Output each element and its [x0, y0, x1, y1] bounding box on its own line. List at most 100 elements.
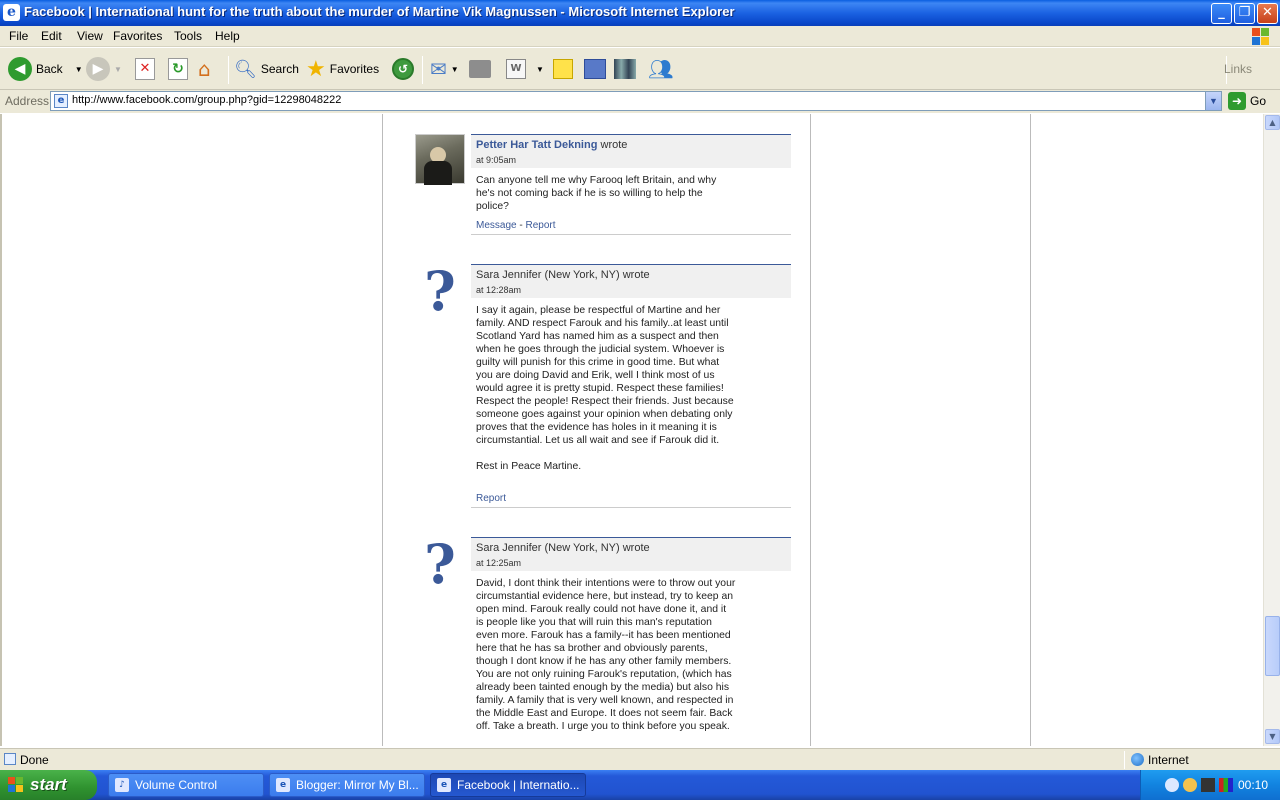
wall-post: ? Sara Jennifer (New York, NY) wrote at … [413, 537, 791, 746]
messenger-button[interactable]: 👥︎ [648, 53, 673, 85]
mail-icon: ✉ [430, 57, 447, 81]
status-bar: Done Internet [0, 748, 1280, 770]
chevron-down-icon[interactable]: ▼ [1205, 92, 1221, 110]
address-bar: Address e http://www.facebook.com/group.… [0, 90, 1280, 113]
post-text: Can anyone tell me why Farooq left Brita… [476, 175, 717, 212]
security-zone: Internet [1148, 753, 1189, 767]
post-header: Sara Jennifer (New York, NY) wrote at 12… [471, 264, 791, 298]
menu-tools[interactable]: Tools [174, 29, 202, 43]
wall-post: ? Sara Jennifer (New York, NY) wrote at … [413, 264, 791, 510]
favorites-label: Favorites [329, 62, 380, 76]
report-link[interactable]: Report [476, 493, 506, 504]
taskbar-item-volume-control[interactable]: ♪ Volume Control [108, 773, 264, 797]
scroll-up-button[interactable]: ▲ [1265, 115, 1280, 130]
back-label: Back [36, 62, 63, 76]
windows-logo-icon [8, 777, 24, 793]
go-arrow-icon: ➜ [1228, 92, 1246, 110]
books-icon [614, 59, 636, 79]
globe-icon [1131, 753, 1144, 766]
post-time: at 9:05am [476, 155, 517, 165]
author-name: Sara Jennifer (New York, NY) [476, 542, 620, 554]
taskbar-item-blogger[interactable]: e Blogger: Mirror My Bl... [269, 773, 425, 797]
taskbar: start ♪ Volume Control e Blogger: Mirror… [0, 770, 1280, 800]
mail-button[interactable]: ✉ ▼ [430, 53, 459, 85]
note-icon [553, 59, 573, 79]
report-link[interactable]: Report [525, 220, 555, 231]
question-mark-icon[interactable]: ? [415, 537, 465, 591]
menu-edit[interactable]: Edit [41, 29, 62, 43]
post-text: David, I dont think their intentions wer… [476, 578, 736, 732]
refresh-button[interactable]: ↻ [168, 53, 188, 85]
home-button[interactable]: ⌂ [198, 53, 211, 85]
taskbar-item-facebook[interactable]: e Facebook | Internatio... [430, 773, 586, 797]
search-label: Search [260, 62, 299, 76]
notes-button[interactable] [553, 53, 573, 85]
message-link[interactable]: Message [476, 220, 517, 231]
history-button[interactable]: ↺ [392, 53, 414, 85]
avatar[interactable] [415, 134, 465, 185]
scroll-down-button[interactable]: ▼ [1265, 729, 1280, 744]
question-mark-icon[interactable]: ? [415, 264, 465, 318]
printer-icon [469, 60, 491, 78]
favorites-button[interactable]: ★ Favorites [306, 53, 379, 85]
menu-view[interactable]: View [77, 29, 103, 43]
windows-logo-icon [1252, 28, 1270, 46]
menu-bar: File Edit View Favorites Tools Help [0, 26, 1280, 47]
go-button[interactable]: ➜ Go [1228, 92, 1266, 110]
home-icon: ⌂ [198, 57, 211, 81]
post-actions: Report [476, 493, 506, 504]
minimize-button[interactable]: _ [1211, 3, 1232, 24]
wrote-label: wrote [600, 139, 628, 151]
stop-button[interactable]: ✕ [135, 53, 155, 85]
tray-icon[interactable] [1219, 778, 1233, 792]
ie-icon: e [276, 778, 290, 792]
forward-button[interactable]: ▶ ▼ [86, 53, 122, 85]
print-button[interactable] [469, 53, 491, 85]
post-time: at 12:25am [476, 558, 522, 568]
back-button[interactable]: ◀ Back ▼ [8, 53, 83, 85]
tray-icon[interactable] [1165, 778, 1179, 792]
title-bar: e Facebook | International hunt for the … [0, 0, 1280, 26]
menu-favorites[interactable]: Favorites [113, 29, 162, 43]
research-icon [584, 59, 606, 79]
tray-icon[interactable] [1201, 778, 1215, 792]
wall-post: Petter Har Tatt Dekning wrote at 9:05am … [413, 134, 791, 236]
wrote-label: wrote [622, 269, 650, 281]
menu-file[interactable]: File [9, 29, 28, 43]
menu-help[interactable]: Help [215, 29, 240, 43]
author-name: Sara Jennifer (New York, NY) [476, 269, 620, 281]
ie-icon: e [3, 4, 20, 21]
page-icon [4, 753, 16, 765]
ie-icon: e [437, 778, 451, 792]
scroll-thumb[interactable] [1265, 616, 1280, 676]
tray-icon[interactable] [1183, 778, 1197, 792]
messenger-icon: 👥︎ [648, 57, 674, 81]
author-link[interactable]: Petter Har Tatt Dekning [476, 139, 597, 151]
links-label[interactable]: Links [1224, 62, 1252, 76]
clock: 00:10 [1237, 778, 1268, 792]
close-button[interactable]: ✕ [1257, 3, 1278, 24]
research-button[interactable] [584, 53, 606, 85]
wrote-label: wrote [622, 542, 650, 554]
page-content: Petter Har Tatt Dekning wrote at 9:05am … [0, 114, 1263, 746]
maximize-button[interactable]: ❐ [1234, 3, 1255, 24]
history-icon: ↺ [392, 58, 414, 80]
chevron-down-icon: ▼ [536, 64, 544, 74]
search-button[interactable]: 🔍︎ Search [234, 53, 299, 85]
toolbar: ◀ Back ▼ ▶ ▼ ✕ ↻ ⌂ 🔍︎ Search ★ Favorites… [0, 48, 1280, 90]
status-text: Done [20, 753, 49, 767]
volume-icon: ♪ [115, 778, 129, 792]
window-title: Facebook | International hunt for the tr… [24, 4, 735, 19]
start-label: start [30, 775, 67, 794]
address-url[interactable]: http://www.facebook.com/group.php?gid=12… [72, 94, 341, 106]
address-input[interactable]: e http://www.facebook.com/group.php?gid=… [50, 91, 1222, 111]
vertical-scrollbar[interactable]: ▲ ▼ [1263, 114, 1280, 746]
bookshelf-button[interactable] [614, 53, 636, 85]
system-tray: 00:10 [1140, 770, 1280, 800]
post-header: Sara Jennifer (New York, NY) wrote at 12… [471, 537, 791, 571]
edit-button[interactable]: W ▼ [506, 53, 544, 85]
address-label: Address [5, 94, 50, 108]
page-icon: e [54, 94, 68, 108]
start-button[interactable]: start [0, 770, 97, 800]
search-icon: 🔍︎ [234, 58, 257, 80]
